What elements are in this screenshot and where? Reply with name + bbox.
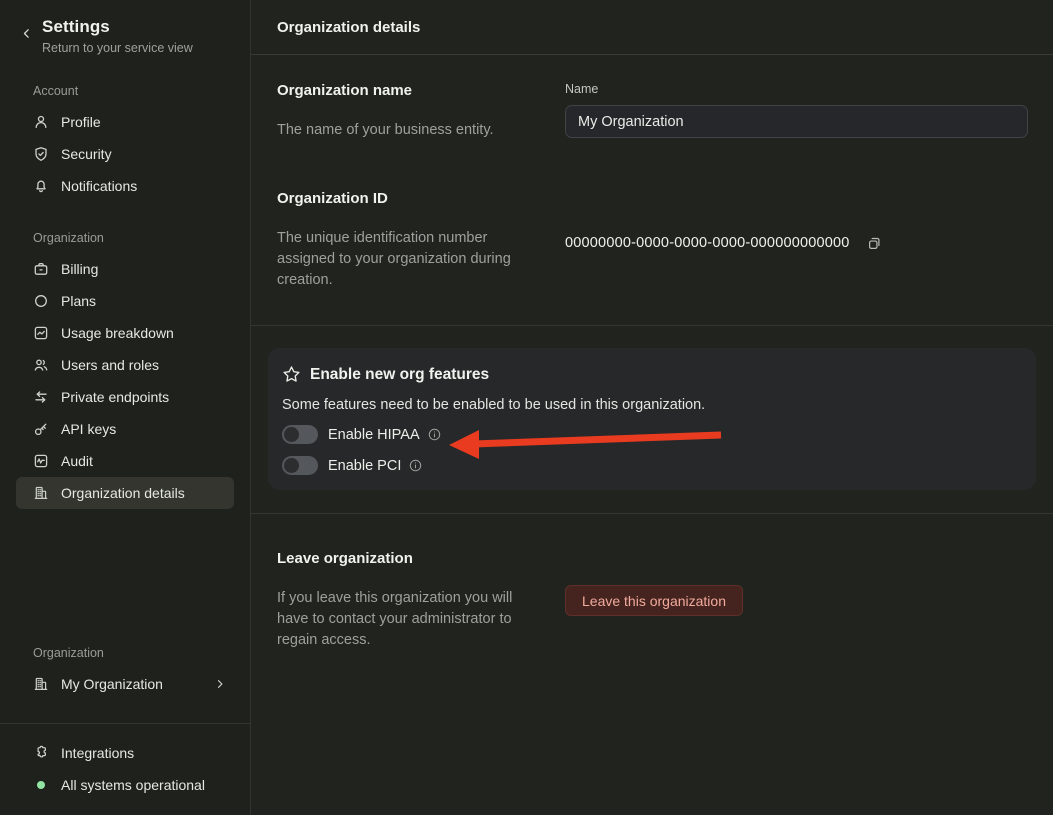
sidebar-item-label: Billing xyxy=(61,261,98,277)
sidebar-title: Settings xyxy=(42,17,193,37)
enable-new-org-features-card: Enable new org features Some features ne… xyxy=(268,348,1036,490)
toggle-knob xyxy=(284,458,299,473)
leave-org-description: If you leave this organization you will … xyxy=(277,588,533,651)
sidebar-item-audit[interactable]: Audit xyxy=(16,445,234,477)
features-card-description: Some features need to be enabled to be u… xyxy=(282,397,1022,413)
sidebar-item-label: Security xyxy=(61,146,112,162)
sidebar-footer: Integrations All systems operational xyxy=(0,723,250,815)
organization-nav: Billing Plans Usage breakdown Users and … xyxy=(0,253,250,509)
org-id-description: The unique identification number assigne… xyxy=(277,228,533,291)
organization-name-section: Organization name The name of your busin… xyxy=(251,55,1053,141)
sidebar-item-label: Private endpoints xyxy=(61,389,169,405)
building-icon xyxy=(33,676,49,692)
info-icon[interactable] xyxy=(428,428,441,441)
chevron-right-icon xyxy=(214,678,226,690)
divider xyxy=(251,325,1053,326)
swap-arrows-icon xyxy=(33,389,49,405)
sidebar-item-label: Users and roles xyxy=(61,357,159,373)
sidebar-item-users-and-roles[interactable]: Users and roles xyxy=(16,349,234,381)
sidebar-item-organization-details[interactable]: Organization details xyxy=(16,477,234,509)
enable-pci-toggle[interactable] xyxy=(282,456,318,475)
org-switcher-label: My Organization xyxy=(61,676,163,692)
section-label-org-switcher: Organization xyxy=(0,646,250,660)
sidebar-item-api-keys[interactable]: API keys xyxy=(16,413,234,445)
page-header: Organization details xyxy=(251,0,1053,55)
org-switcher-my-organization[interactable]: My Organization xyxy=(16,668,234,700)
system-status-link[interactable]: All systems operational xyxy=(16,769,234,801)
section-label-organization: Organization xyxy=(0,231,250,245)
section-label-account: Account xyxy=(0,84,250,98)
enable-pci-row: Enable PCI xyxy=(282,456,1022,475)
status-green-dot-icon xyxy=(37,781,45,789)
sidebar-item-label: Usage breakdown xyxy=(61,325,174,341)
user-icon xyxy=(33,114,49,130)
status-label: All systems operational xyxy=(61,777,205,793)
building-icon xyxy=(33,485,49,501)
back-chevron-icon[interactable] xyxy=(20,27,33,40)
enable-pci-label: Enable PCI xyxy=(328,458,401,474)
enable-hipaa-row: Enable HIPAA xyxy=(282,425,1022,444)
key-icon xyxy=(33,421,49,437)
settings-sidebar: Settings Return to your service view Acc… xyxy=(0,0,251,815)
star-icon xyxy=(282,365,301,384)
org-name-title: Organization name xyxy=(277,82,533,99)
info-icon[interactable] xyxy=(409,459,422,472)
copy-icon[interactable] xyxy=(867,236,882,251)
bell-icon xyxy=(33,178,49,194)
sidebar-header: Settings Return to your service view xyxy=(0,0,250,55)
chart-square-icon xyxy=(33,325,49,341)
leave-this-organization-button[interactable]: Leave this organization xyxy=(565,585,743,616)
sidebar-item-private-endpoints[interactable]: Private endpoints xyxy=(16,381,234,413)
toggle-knob xyxy=(284,427,299,442)
wallet-icon xyxy=(33,261,49,277)
leave-organization-section: Leave organization If you leave this org… xyxy=(251,514,1053,651)
sidebar-item-label: Profile xyxy=(61,114,101,130)
sidebar-item-label: Audit xyxy=(61,453,93,469)
sidebar-item-billing[interactable]: Billing xyxy=(16,253,234,285)
users-icon xyxy=(33,357,49,373)
pulse-square-icon xyxy=(33,453,49,469)
features-card-title: Enable new org features xyxy=(310,366,489,384)
shield-check-icon xyxy=(33,146,49,162)
puzzle-icon xyxy=(33,745,49,761)
circle-icon xyxy=(33,293,49,309)
organization-name-input[interactable] xyxy=(565,105,1028,138)
organization-id-section: Organization ID The unique identificatio… xyxy=(251,190,1053,291)
integrations-label: Integrations xyxy=(61,745,134,761)
account-nav: Profile Security Notifications xyxy=(0,106,250,202)
sidebar-item-label: API keys xyxy=(61,421,116,437)
org-name-description: The name of your business entity. xyxy=(277,120,533,141)
enable-hipaa-toggle[interactable] xyxy=(282,425,318,444)
sidebar-item-label: Plans xyxy=(61,293,96,309)
sidebar-item-plans[interactable]: Plans xyxy=(16,285,234,317)
sidebar-item-security[interactable]: Security xyxy=(16,138,234,170)
sidebar-subtitle[interactable]: Return to your service view xyxy=(42,41,193,55)
sidebar-item-label: Notifications xyxy=(61,178,137,194)
organization-details-page: Organization details Organization name T… xyxy=(251,0,1053,815)
sidebar-item-profile[interactable]: Profile xyxy=(16,106,234,138)
sidebar-item-notifications[interactable]: Notifications xyxy=(16,170,234,202)
enable-hipaa-label: Enable HIPAA xyxy=(328,427,420,443)
page-title: Organization details xyxy=(277,19,420,36)
integrations-link[interactable]: Integrations xyxy=(16,737,234,769)
organization-id-value: 00000000-0000-0000-0000-000000000000 xyxy=(565,235,850,251)
sidebar-bottom: Organization My Organization Integration… xyxy=(0,646,250,815)
name-field-label: Name xyxy=(565,82,1028,96)
leave-org-title: Leave organization xyxy=(277,550,533,567)
sidebar-item-usage-breakdown[interactable]: Usage breakdown xyxy=(16,317,234,349)
org-id-title: Organization ID xyxy=(277,190,533,207)
sidebar-item-label: Organization details xyxy=(61,485,185,501)
